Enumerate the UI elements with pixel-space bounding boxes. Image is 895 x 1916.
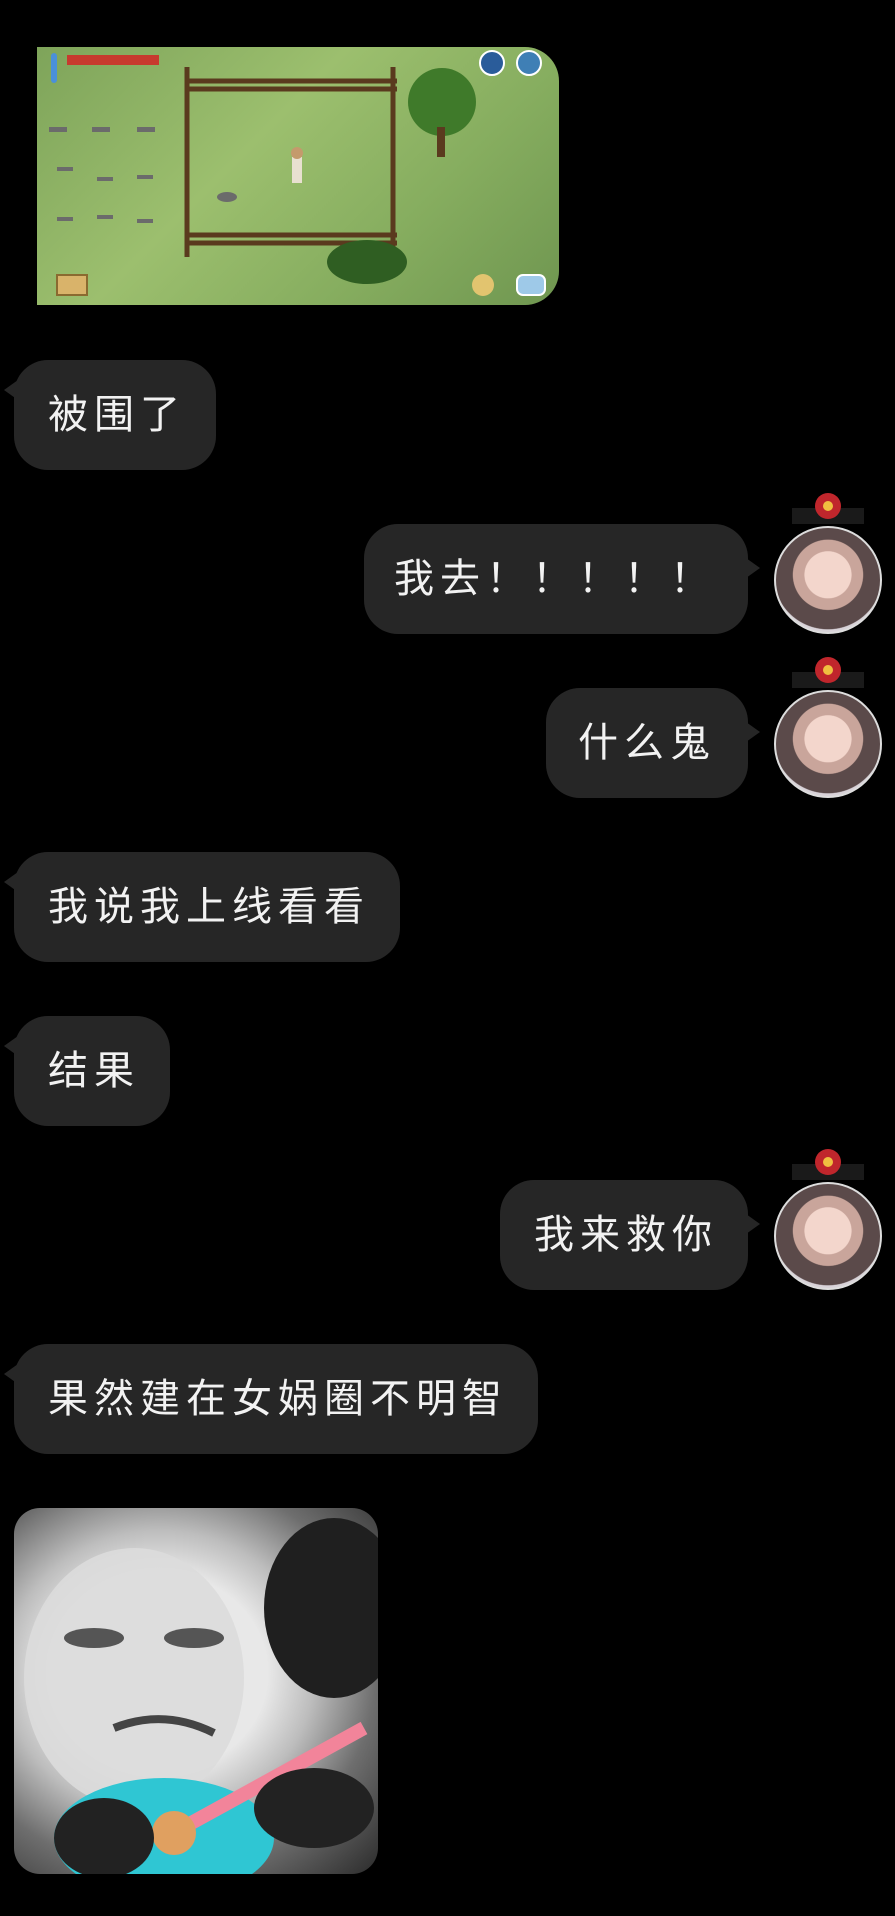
gear-icon[interactable] [516, 50, 542, 76]
message-bubble-outgoing[interactable]: 我去！！！！！ [364, 524, 760, 634]
health-bar [67, 55, 159, 65]
book-icon[interactable] [56, 274, 88, 296]
bag-icon[interactable] [472, 274, 494, 296]
user-avatar[interactable] [774, 1149, 882, 1290]
bonsai-tree [327, 240, 407, 284]
message-bubble-incoming[interactable]: 被围了 [4, 360, 216, 470]
message-text: 结果 [48, 1048, 140, 1094]
message-bubble-outgoing[interactable]: 什么鬼 [546, 688, 760, 798]
avatar-photo [774, 1182, 882, 1290]
message-text: 果然建在女娲圈不明智 [48, 1376, 508, 1422]
user-avatar[interactable] [774, 493, 882, 634]
message-bubble-outgoing[interactable]: 我来救你 [500, 1180, 760, 1290]
meme-sticker-image[interactable] [14, 1508, 378, 1874]
avatar-photo [774, 526, 882, 634]
message-text: 什么鬼 [578, 720, 716, 766]
message-text: 被围了 [48, 392, 186, 438]
chat-icon[interactable] [516, 274, 546, 296]
game-scene [49, 50, 546, 296]
message-text: 我说我上线看看 [48, 884, 370, 930]
tree [408, 68, 476, 136]
ground-items [49, 127, 237, 223]
thermometer-icon [51, 53, 57, 83]
hat-decoration-icon [792, 1149, 864, 1180]
message-bubble-incoming[interactable]: 果然建在女娲圈不明智 [4, 1344, 538, 1454]
meme-drawing [24, 1518, 378, 1874]
message-text: 我去！！！！！ [394, 556, 716, 602]
clock-icon[interactable] [479, 50, 505, 76]
hat-decoration-icon [792, 493, 864, 524]
player-character [292, 157, 302, 183]
message-bubble-incoming[interactable]: 结果 [4, 1016, 170, 1126]
avatar-photo [774, 690, 882, 798]
game-screenshot-image[interactable] [37, 47, 559, 305]
message-text: 我来救你 [534, 1212, 718, 1258]
hat-decoration-icon [792, 657, 864, 688]
user-avatar[interactable] [774, 657, 882, 798]
message-bubble-incoming[interactable]: 我说我上线看看 [4, 852, 400, 962]
